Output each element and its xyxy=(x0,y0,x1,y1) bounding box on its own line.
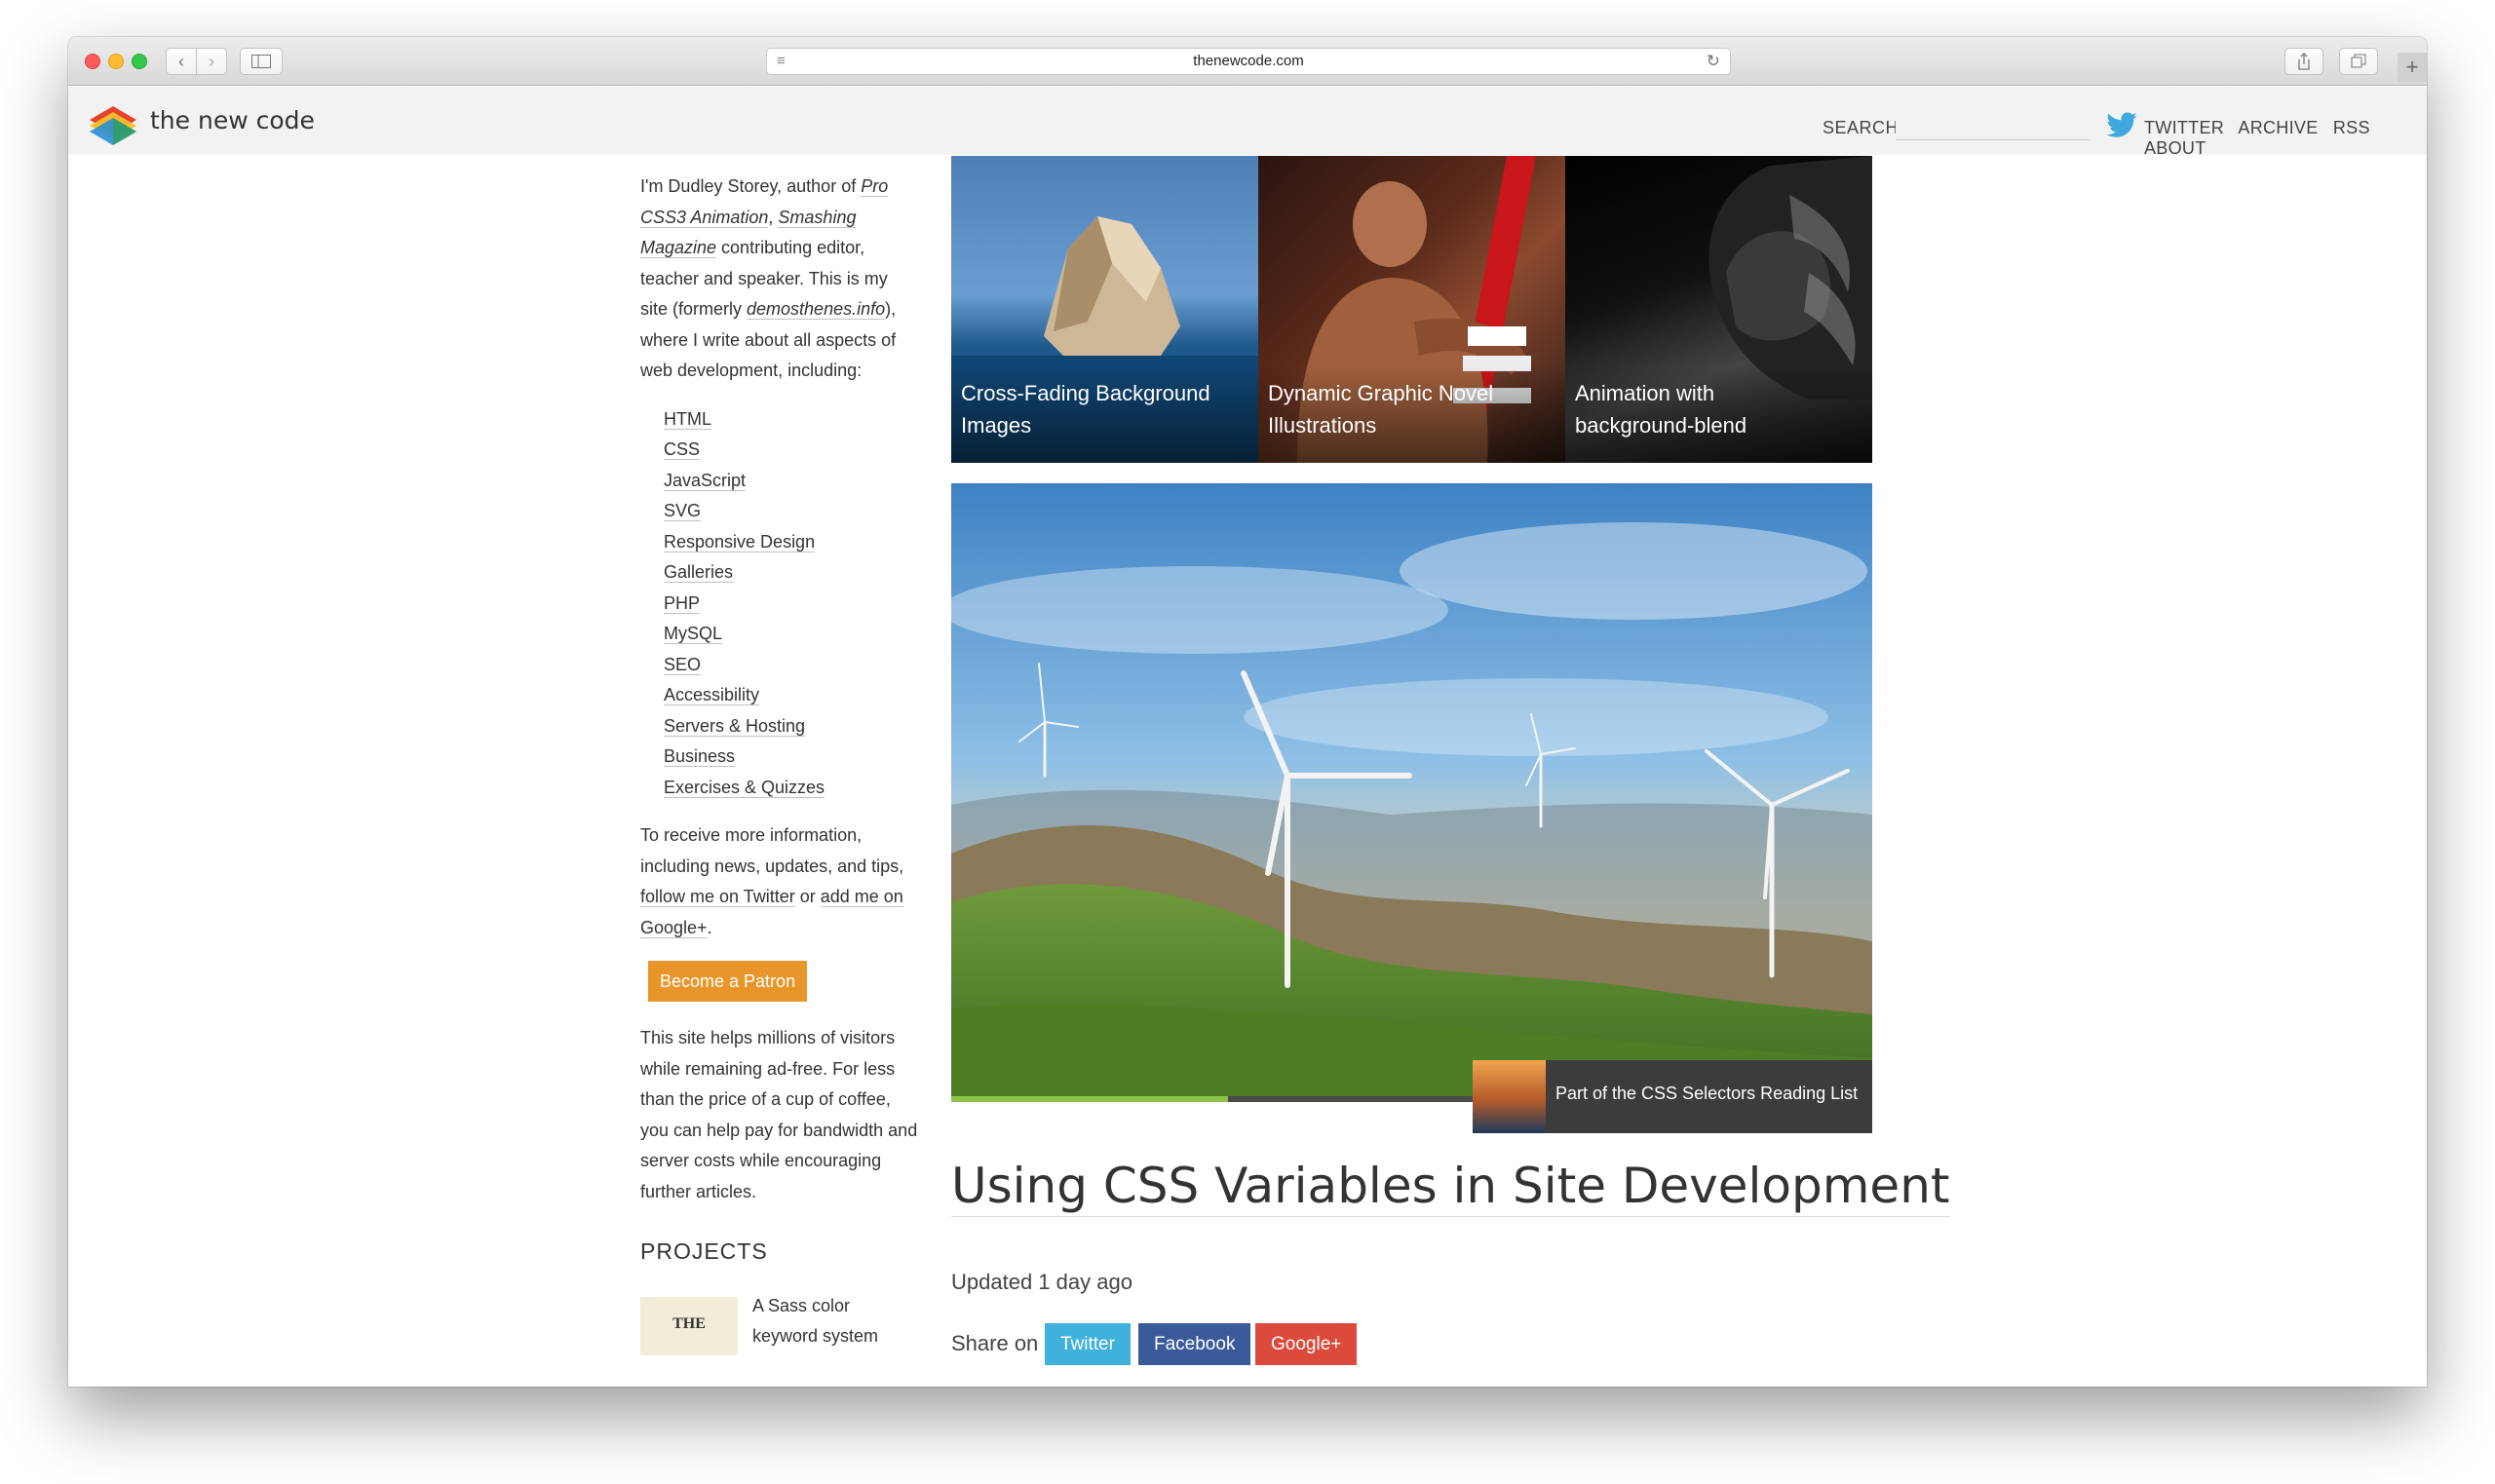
share-twitter-button[interactable]: Twitter xyxy=(1045,1323,1131,1365)
topic-galleries[interactable]: Galleries xyxy=(664,562,734,583)
topic-exercises-quizzes[interactable]: Exercises & Quizzes xyxy=(664,777,825,798)
wind-turbines-image xyxy=(951,483,1872,1102)
share-icon xyxy=(2298,53,2310,70)
slider-progress-fill xyxy=(951,1096,1228,1102)
topic-business[interactable]: Business xyxy=(664,746,736,767)
top-nav: TWITTER ARCHIVE RSS ABOUT xyxy=(2144,118,2427,159)
forward-button[interactable]: › xyxy=(196,48,227,75)
follow-info: To receive more information, including n… xyxy=(640,820,918,943)
search-label: SEARCH xyxy=(1823,118,1900,137)
featured-tile[interactable]: Cross-Fading Background Images xyxy=(951,156,1258,463)
share-google-button[interactable]: Google+ xyxy=(1255,1323,1358,1365)
minimize-window-button[interactable] xyxy=(108,54,124,69)
new-tab-button[interactable]: + xyxy=(2398,53,2427,82)
topic-servers-hosting[interactable]: Servers & Hosting xyxy=(664,715,806,737)
article-updated: Updated 1 day ago xyxy=(951,1270,1132,1294)
share-facebook-button[interactable]: Facebook xyxy=(1138,1323,1251,1365)
browser-toolbar: ‹ › ≡ thenewcode.com ↻ + xyxy=(68,37,2427,86)
bio-text: , xyxy=(768,207,779,227)
project-description[interactable]: A Sass color keyword system xyxy=(752,1291,908,1351)
tile-caption: Cross-Fading Background Images xyxy=(951,365,1258,463)
back-button[interactable]: ‹ xyxy=(166,48,197,75)
tile-title-line: Cross-Fading Background xyxy=(961,381,1210,405)
url-text: thenewcode.com xyxy=(1193,53,1304,69)
plus-icon: + xyxy=(2405,55,2419,79)
tile-title-line: background-blend xyxy=(1575,413,1747,438)
projects-heading: PROJECTS xyxy=(640,1238,768,1264)
topic-css[interactable]: CSS xyxy=(664,439,701,460)
bio-text: I'm Dudley Storey, author of xyxy=(640,176,862,196)
tile-title-line: Illustrations xyxy=(1268,413,1377,438)
tile-title-line: Animation with xyxy=(1575,381,1715,405)
topic-html[interactable]: HTML xyxy=(664,408,711,430)
chevron-right-icon: › xyxy=(209,52,214,71)
tile-title-line: Dynamic Graphic Novel xyxy=(1268,381,1494,405)
tile-title-line: Images xyxy=(961,413,1032,438)
author-bio: I'm Dudley Storey, author of Pro CSS3 An… xyxy=(640,171,918,387)
topic-php[interactable]: PHP xyxy=(664,592,701,614)
share-button[interactable] xyxy=(2284,48,2323,75)
info-text: or xyxy=(794,887,821,906)
tabs-icon xyxy=(2351,54,2366,68)
topic-javascript[interactable]: JavaScript xyxy=(664,470,747,491)
address-bar[interactable]: ≡ thenewcode.com ↻ xyxy=(766,48,1731,75)
topic-responsive-design[interactable]: Responsive Design xyxy=(664,531,816,552)
featured-articles: Cross-Fading Background Images Dynamic G… xyxy=(951,156,1872,463)
site-logo-icon[interactable] xyxy=(88,104,138,145)
support-text: This site helps millions of visitors whi… xyxy=(640,1028,918,1201)
search-input[interactable] xyxy=(1896,111,2091,140)
become-patron-button[interactable]: Become a Patron xyxy=(648,961,808,1002)
chevron-left-icon: ‹ xyxy=(178,52,184,71)
topic-list: HTML CSS JavaScript SVG Responsive Desig… xyxy=(664,404,918,804)
topic-accessibility[interactable]: Accessibility xyxy=(664,685,760,705)
share-label: Share on xyxy=(951,1331,1039,1355)
reading-list-thumbnail xyxy=(1473,1060,1546,1133)
old-site-link[interactable]: demosthenes.info xyxy=(747,299,886,320)
topic-mysql[interactable]: MySQL xyxy=(664,624,723,644)
article-title: Using CSS Variables in Site Development xyxy=(951,1158,1950,1217)
tile-caption: Dynamic Graphic Novel Illustrations xyxy=(1258,365,1565,463)
nav-archive[interactable]: ARCHIVE xyxy=(2238,118,2318,137)
browser-window: ‹ › ≡ thenewcode.com ↻ + the new code SE… xyxy=(68,37,2427,1387)
zoom-window-button[interactable] xyxy=(132,54,147,69)
follow-twitter-link[interactable]: follow me on Twitter xyxy=(640,887,795,907)
sidebar-icon xyxy=(251,55,271,68)
show-tabs-button[interactable] xyxy=(2339,48,2378,75)
project-thumbnail[interactable]: THE xyxy=(640,1296,738,1355)
info-text: To receive more information, including n… xyxy=(640,825,904,876)
nav-about[interactable]: ABOUT xyxy=(2144,138,2207,158)
topic-seo[interactable]: SEO xyxy=(664,654,702,675)
sidebar-toggle-button[interactable] xyxy=(240,48,283,75)
twitter-bird-icon[interactable] xyxy=(2105,109,2138,142)
reload-icon[interactable]: ↻ xyxy=(1707,49,1720,74)
tile-caption: Animation with background-blend xyxy=(1565,365,1872,463)
site-header: the new code SEARCH TWITTER ARCHIVE RSS … xyxy=(68,87,2427,158)
reader-icon[interactable]: ≡ xyxy=(777,49,786,74)
reading-list-badge[interactable]: Part of the CSS Selectors Reading List xyxy=(1473,1060,1872,1133)
article-hero-image xyxy=(951,483,1872,1102)
close-window-button[interactable] xyxy=(85,54,100,69)
left-sidebar: I'm Dudley Storey, author of Pro CSS3 An… xyxy=(640,171,918,1355)
featured-tile[interactable]: Animation with background-blend xyxy=(1565,156,1872,463)
nav-rss[interactable]: RSS xyxy=(2333,118,2370,137)
topic-svg[interactable]: SVG xyxy=(664,501,702,521)
nav-twitter[interactable]: TWITTER xyxy=(2144,118,2224,137)
info-text: . xyxy=(707,917,712,937)
project-item[interactable]: THE A Sass color keyword system xyxy=(640,1296,918,1355)
featured-tile[interactable]: Dynamic Graphic Novel Illustrations xyxy=(1258,156,1565,463)
reading-list-label: Part of the CSS Selectors Reading List xyxy=(1555,1084,1859,1103)
site-brand[interactable]: the new code xyxy=(150,106,315,134)
